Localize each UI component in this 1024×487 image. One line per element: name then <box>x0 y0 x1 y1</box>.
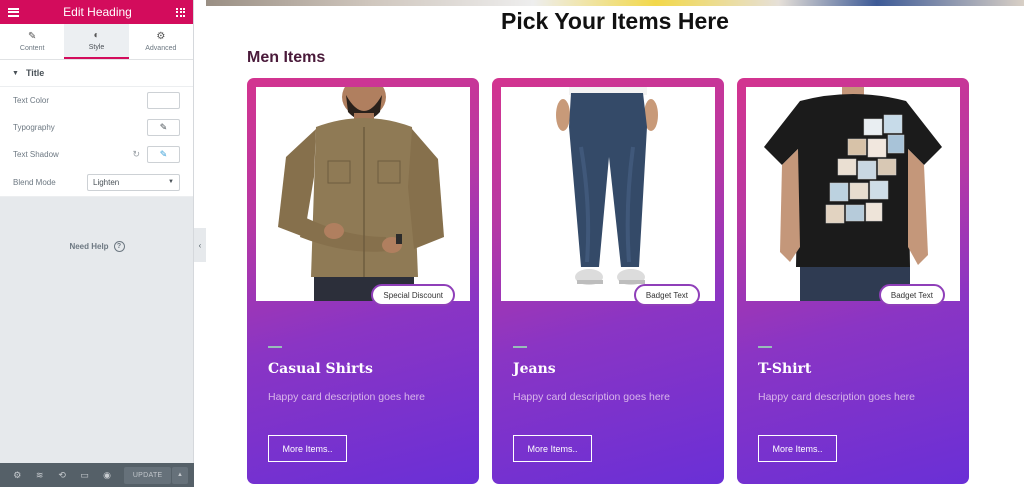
more-items-button[interactable]: More Items.. <box>268 435 347 462</box>
tshirt-model-image <box>746 87 960 301</box>
gear-icon: ⚙ <box>156 30 166 42</box>
panel-tabs: ✎ Content ◐ Style ⚙ Advanced <box>0 24 193 60</box>
text-shadow-control: Text Shadow ↻ ✎ <box>0 141 193 168</box>
section-title: Title <box>25 68 45 78</box>
typography-control: Typography ✎ <box>0 114 193 141</box>
title-section: ▼ Title Text Color Typography ✎ Text Sha… <box>0 60 193 197</box>
jeans-model-image <box>501 87 715 301</box>
card-badge: Special Discount <box>371 284 455 306</box>
control-label: Typography <box>13 123 55 132</box>
shirt-model-image <box>256 87 470 301</box>
card-description: Happy card description goes here <box>513 391 671 403</box>
page-title[interactable]: Pick Your Items Here <box>206 8 1024 35</box>
typography-edit-button[interactable]: ✎ <box>147 119 180 136</box>
card-title: Casual Shirts <box>268 361 373 377</box>
reset-icon[interactable]: ↻ <box>132 149 140 160</box>
tab-style[interactable]: ◐ Style <box>64 24 129 59</box>
panel-footer: ⚙ ≋ ⟲ ▭ ◉ UPDATE ▲ <box>0 463 194 487</box>
question-icon: ? <box>113 241 125 252</box>
text-color-control: Text Color <box>0 87 193 114</box>
blend-mode-select[interactable]: Lighten ▼ <box>87 173 180 191</box>
product-card: Badget Text T-Shirt Happy card descripti… <box>737 78 969 484</box>
more-items-button[interactable]: More Items.. <box>513 435 592 462</box>
update-button[interactable]: UPDATE <box>124 466 172 484</box>
caret-up-icon: ▲ <box>177 472 183 478</box>
card-badge: Badget Text <box>633 284 700 306</box>
pencil-icon: ✎ <box>27 30 37 42</box>
card-description: Happy card description goes here <box>758 391 916 403</box>
control-label: Blend Mode <box>13 177 56 187</box>
blend-mode-control: Blend Mode Lighten ▼ <box>0 168 193 197</box>
half-circle-icon: ◐ <box>93 29 100 41</box>
card-divider <box>513 346 527 348</box>
caret-down-icon: ▼ <box>12 69 19 77</box>
hero-image-strip <box>206 0 1024 6</box>
editor-panel: Edit Heading ✎ Content ◐ Style ⚙ Advance… <box>0 0 194 487</box>
widgets-grid-icon[interactable] <box>176 7 185 17</box>
need-help-label: Need Help <box>69 242 109 251</box>
settings-icon[interactable]: ⚙ <box>6 470 28 481</box>
section-heading[interactable]: Men Items <box>247 49 325 67</box>
collapse-panel-handle[interactable]: ‹ <box>194 228 206 262</box>
tab-label: Advanced <box>145 44 177 52</box>
tab-advanced[interactable]: ⚙ Advanced <box>129 24 193 59</box>
section-toggle[interactable]: ▼ Title <box>0 60 193 87</box>
tab-label: Content <box>19 44 45 52</box>
text-shadow-edit-button[interactable]: ✎ <box>147 146 180 163</box>
chevron-left-icon: ‹ <box>198 240 202 250</box>
tab-label: Style <box>88 43 105 51</box>
history-icon[interactable]: ⟲ <box>51 470 73 481</box>
card-divider <box>268 346 282 348</box>
preview-eye-icon[interactable]: ◉ <box>96 470 118 481</box>
card-title: T-Shirt <box>758 361 812 377</box>
responsive-icon[interactable]: ▭ <box>73 470 95 481</box>
card-badge: Badget Text <box>878 284 945 306</box>
panel-header: Edit Heading <box>0 0 193 24</box>
color-picker[interactable] <box>147 92 180 109</box>
card-divider <box>758 346 772 348</box>
menu-icon[interactable] <box>8 7 19 17</box>
pencil-icon: ✎ <box>159 149 168 159</box>
card-title: Jeans <box>513 361 556 377</box>
need-help-link[interactable]: Need Help ? <box>0 241 194 252</box>
control-label: Text Shadow <box>13 150 59 159</box>
select-value: Lighten <box>93 177 120 187</box>
product-card: Special Discount Casual Shirts Happy car… <box>247 78 479 484</box>
product-card: Badget Text Jeans Happy card description… <box>492 78 724 484</box>
chevron-down-icon: ▼ <box>168 179 174 185</box>
layers-icon[interactable]: ≋ <box>28 470 50 481</box>
panel-title: Edit Heading <box>63 5 132 19</box>
more-items-button[interactable]: More Items.. <box>758 435 837 462</box>
update-options-button[interactable]: ▲ <box>172 466 188 484</box>
control-label: Text Color <box>13 96 50 105</box>
tab-content[interactable]: ✎ Content <box>0 24 64 59</box>
card-description: Happy card description goes here <box>268 391 426 403</box>
pencil-icon: ✎ <box>159 122 168 132</box>
